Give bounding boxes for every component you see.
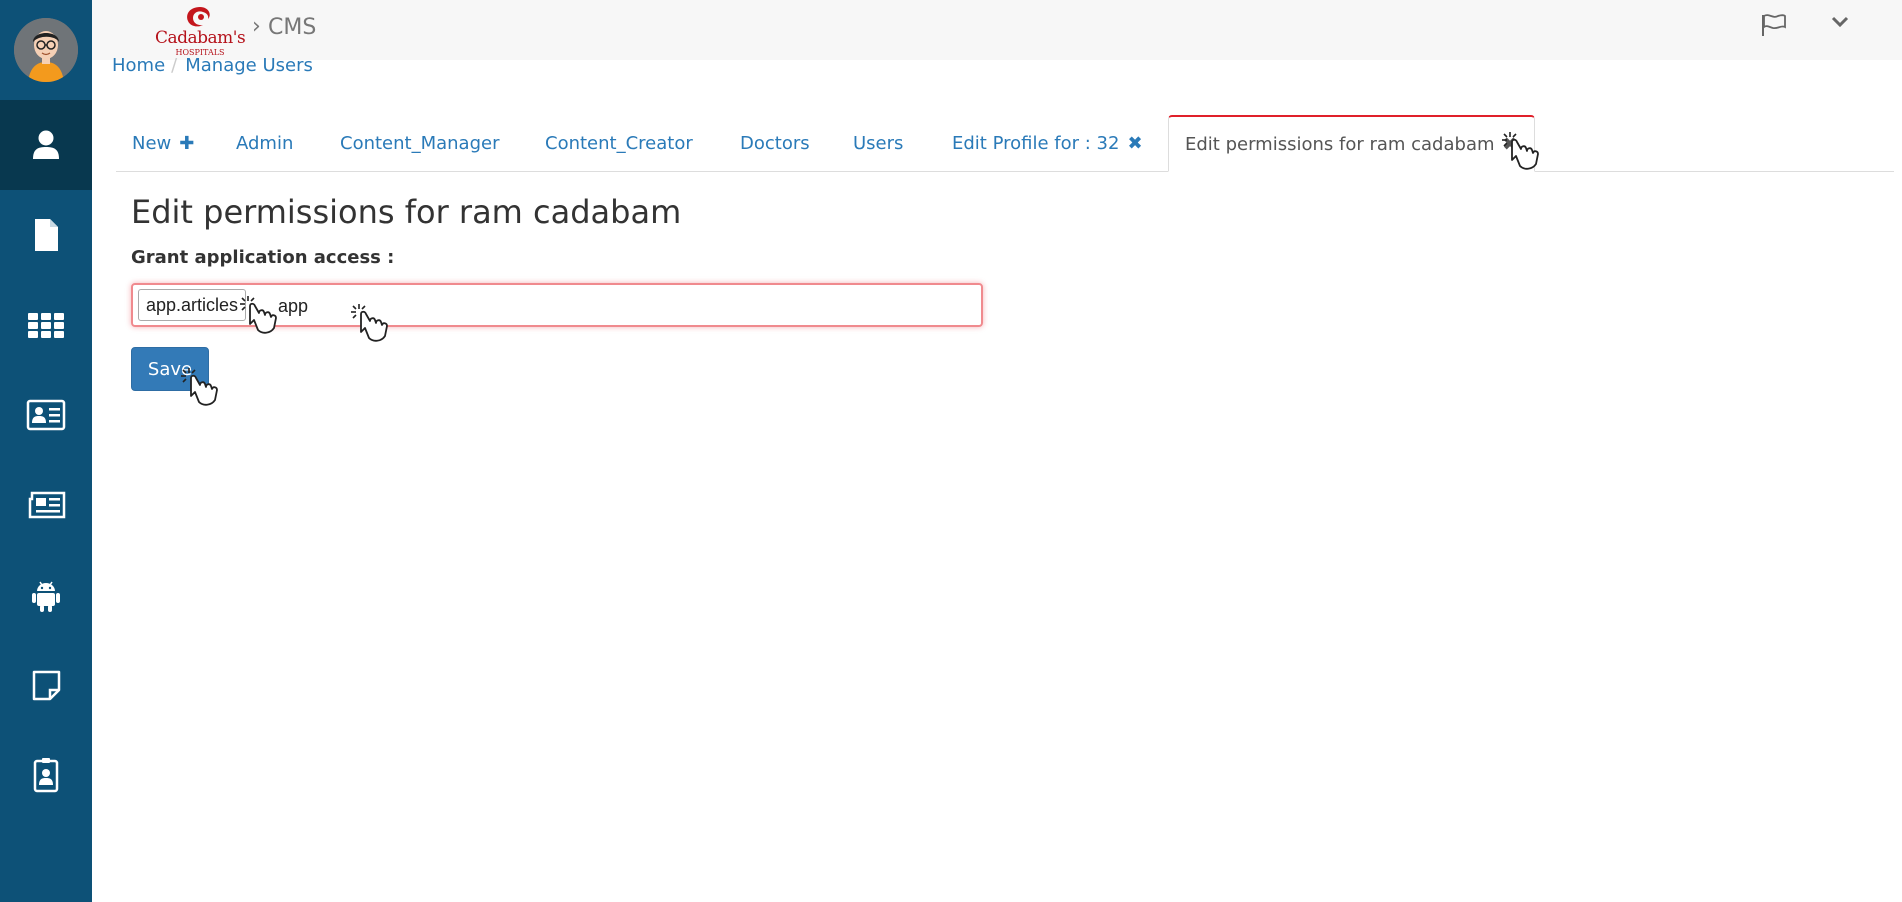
tag-label: app.articles <box>146 295 239 315</box>
tab-label: New <box>132 132 172 154</box>
tab-label: Users <box>853 132 904 154</box>
tab-label: Admin <box>236 132 294 154</box>
save-button[interactable]: Save <box>131 347 209 391</box>
tab-admin[interactable]: Admin <box>220 115 309 171</box>
note-icon <box>32 670 61 701</box>
app-separator: › <box>252 14 261 39</box>
breadcrumb-home[interactable]: Home <box>112 55 165 76</box>
tab-bar: New ✚ Admin Content_Manager Content_Crea… <box>116 115 1894 172</box>
selected-tag[interactable]: app.articles <box>138 289 247 321</box>
avatar-area <box>0 0 92 100</box>
tab-edit-profile[interactable]: Edit Profile for : 32 ✖ <box>936 115 1159 171</box>
user-icon <box>33 130 59 159</box>
grid-icon <box>28 313 64 338</box>
tab-content-manager[interactable]: Content_Manager <box>324 115 516 171</box>
id-card-icon <box>26 399 66 431</box>
sidebar-item-badges[interactable] <box>0 730 92 820</box>
sidebar-item-notes[interactable] <box>0 640 92 730</box>
avatar-image <box>14 18 78 82</box>
flag-icon <box>1762 14 1786 36</box>
sidebar-item-profiles[interactable] <box>0 370 92 460</box>
plus-icon: ✚ <box>179 132 195 154</box>
avatar[interactable] <box>14 18 78 82</box>
sidebar-item-apps[interactable] <box>0 280 92 370</box>
sidebar-item-android[interactable] <box>0 550 92 640</box>
tab-edit-permissions[interactable]: Edit permissions for ram cadabam ✖ <box>1168 115 1535 172</box>
logo-text: Cadabam's <box>155 28 246 48</box>
page-title: Edit permissions for ram cadabam <box>131 193 682 231</box>
sidebar-item-news[interactable] <box>0 460 92 550</box>
brand-logo[interactable]: Cadabam's HOSPITALS <box>155 4 246 58</box>
breadcrumb-separator: / <box>171 55 178 76</box>
file-icon <box>35 219 58 251</box>
app-name: CMS <box>268 15 317 40</box>
tab-label: Edit Profile for : 32 <box>952 132 1120 154</box>
close-icon[interactable]: ✖ <box>1503 134 1518 155</box>
id-badge-icon <box>33 758 59 793</box>
typed-text[interactable]: app <box>278 296 308 317</box>
user-menu-toggle[interactable] <box>1830 12 1850 36</box>
tab-label: Doctors <box>740 132 810 154</box>
chevron-down-icon <box>1831 16 1849 28</box>
tab-doctors[interactable]: Doctors <box>724 115 826 171</box>
sidebar <box>0 0 92 902</box>
tab-new[interactable]: New ✚ <box>116 115 210 171</box>
top-bar: Cadabam's HOSPITALS › CMS <box>92 0 1902 60</box>
access-tag-input[interactable]: app.articles app <box>131 283 983 327</box>
flag-button[interactable] <box>1760 12 1788 42</box>
breadcrumb: Home / Manage Users <box>112 55 313 76</box>
tab-label: Content_Creator <box>545 132 693 154</box>
tab-content-creator[interactable]: Content_Creator <box>529 115 709 171</box>
newspaper-icon <box>28 491 66 519</box>
sidebar-item-users[interactable] <box>0 100 92 190</box>
breadcrumb-manage-users[interactable]: Manage Users <box>185 55 313 76</box>
tab-label: Content_Manager <box>340 132 500 154</box>
close-icon[interactable]: ✖ <box>1127 133 1142 154</box>
tab-label: Edit permissions for ram cadabam <box>1185 133 1495 155</box>
access-label: Grant application access : <box>131 247 395 268</box>
tab-users[interactable]: Users <box>837 115 919 171</box>
android-icon <box>32 581 60 612</box>
sidebar-item-pages[interactable] <box>0 190 92 280</box>
